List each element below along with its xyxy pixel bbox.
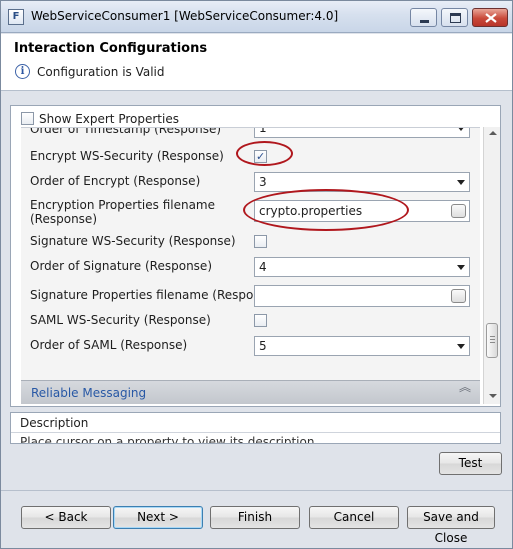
encryption-properties-input[interactable]: crypto.properties <box>254 200 470 222</box>
order-of-encrypt-value: 3 <box>259 175 267 189</box>
chevron-down-icon <box>457 128 465 131</box>
encryption-properties-value: crypto.properties <box>259 204 363 218</box>
order-of-encrypt-select[interactable]: 3 <box>254 172 470 192</box>
encryption-properties-label: Encryption Properties filename (Response… <box>30 198 215 226</box>
order-of-saml-select[interactable]: 5 <box>254 336 470 356</box>
close-button[interactable] <box>472 8 508 27</box>
next-button[interactable]: Next > <box>113 506 203 529</box>
encrypt-ws-security-label: Encrypt WS-Security (Response) <box>30 149 224 163</box>
show-expert-properties-label: Show Expert Properties <box>39 112 179 126</box>
reliable-messaging-section[interactable]: Reliable Messaging ︽ <box>21 380 480 404</box>
properties-panel: Show Expert Properties Order of Timestam… <box>10 105 501 407</box>
scroll-down-icon[interactable] <box>489 394 497 398</box>
dialog-window: F WebServiceConsumer1 [WebServiceConsume… <box>0 0 513 549</box>
app-icon: F <box>8 9 24 25</box>
order-of-timestamp-label: Order of Timestamp (Response) <box>30 127 222 136</box>
order-of-signature-value: 4 <box>259 260 267 274</box>
order-of-saml-label: Order of SAML (Response) <box>30 338 188 352</box>
vertical-scrollbar[interactable] <box>483 127 500 404</box>
description-panel: Description Place cursor on a property t… <box>10 412 501 444</box>
encryption-properties-label-line1: Encryption Properties filename <box>30 198 216 212</box>
chevron-double-up-icon[interactable]: ︽ <box>459 381 471 393</box>
order-of-timestamp-select[interactable]: 1 <box>254 127 470 138</box>
encrypt-ws-security-checkbox[interactable]: ✓ <box>254 150 267 163</box>
signature-properties-label: Signature Properties filename (Response) <box>30 288 280 302</box>
encryption-properties-label-line2: (Response) <box>30 212 97 226</box>
cancel-button[interactable]: Cancel <box>309 506 399 529</box>
order-of-saml-value: 5 <box>259 339 267 353</box>
test-button[interactable]: Test <box>439 452 502 475</box>
property-grid: Order of Timestamp (Response) 1 Encrypt … <box>21 127 480 380</box>
maximize-icon <box>450 13 461 23</box>
show-expert-properties-option[interactable]: Show Expert Properties <box>21 112 179 126</box>
info-icon: i <box>15 64 30 79</box>
maximize-button[interactable] <box>441 8 468 27</box>
scroll-up-icon[interactable] <box>489 131 497 135</box>
minimize-icon <box>420 20 429 23</box>
order-of-signature-select[interactable]: 4 <box>254 257 470 277</box>
status-message: Configuration is Valid <box>37 65 165 79</box>
signature-ws-security-label: Signature WS-Security (Response) <box>30 234 236 248</box>
signature-properties-input[interactable] <box>254 285 470 307</box>
scrollbar-thumb[interactable] <box>486 323 498 358</box>
saml-ws-security-checkbox[interactable] <box>254 314 267 327</box>
order-of-signature-label: Order of Signature (Response) <box>30 259 212 273</box>
finish-button[interactable]: Finish <box>210 506 300 529</box>
order-of-encrypt-label: Order of Encrypt (Response) <box>30 174 201 188</box>
close-icon <box>485 13 497 23</box>
show-expert-properties-checkbox[interactable] <box>21 112 34 125</box>
description-title: Description <box>20 416 89 430</box>
check-icon: ✓ <box>256 150 266 163</box>
signature-ws-security-checkbox[interactable] <box>254 235 267 248</box>
browse-button[interactable] <box>451 289 466 303</box>
window-title: WebServiceConsumer1 [WebServiceConsumer:… <box>31 9 339 23</box>
back-button[interactable]: < Back <box>21 506 111 529</box>
title-bar[interactable]: F WebServiceConsumer1 [WebServiceConsume… <box>1 1 512 33</box>
browse-button[interactable] <box>451 204 466 218</box>
chevron-down-icon <box>457 180 465 185</box>
description-text: Place cursor on a property to view its d… <box>20 435 315 444</box>
wizard-header: Interaction Configurations i Configurati… <box>1 34 512 91</box>
save-and-close-button[interactable]: Save and Close <box>407 506 495 545</box>
chevron-down-icon <box>457 265 465 270</box>
page-title: Interaction Configurations <box>14 41 208 56</box>
reliable-messaging-label: Reliable Messaging <box>31 386 147 400</box>
minimize-button[interactable] <box>410 8 437 27</box>
description-divider <box>11 432 500 433</box>
saml-ws-security-label: SAML WS-Security (Response) <box>30 313 211 327</box>
chevron-down-icon <box>457 344 465 349</box>
order-of-timestamp-value: 1 <box>259 127 267 135</box>
